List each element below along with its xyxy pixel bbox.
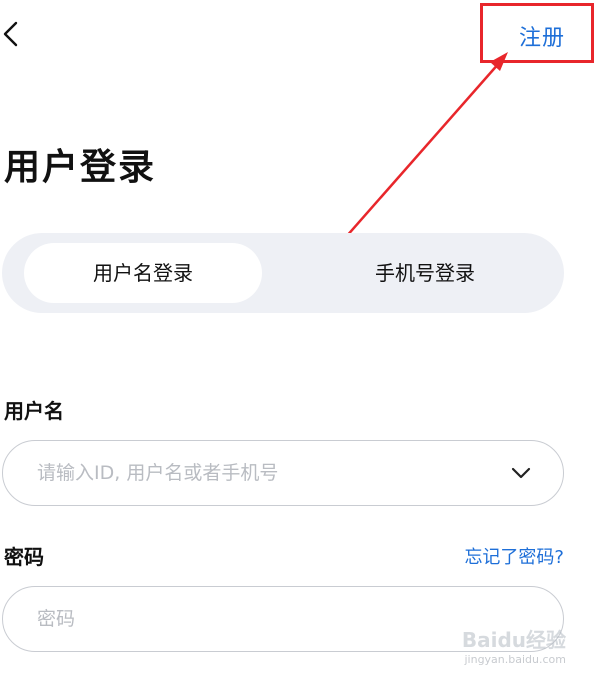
register-highlight-box: 注册 (480, 3, 594, 63)
watermark-url: jingyan.baidu.com (464, 653, 566, 666)
tab-phone-login[interactable]: 手机号登录 (302, 243, 548, 303)
tab-username-login[interactable]: 用户名登录 (24, 243, 262, 303)
username-input-box (2, 440, 564, 506)
password-input[interactable] (37, 587, 497, 651)
forgot-password-link[interactable]: 忘记了密码? (464, 543, 564, 569)
login-page: 注册 用户登录 用户名登录 手机号登录 用户名 密码 忘记了密码? Baidu经… (0, 0, 600, 680)
back-button[interactable] (0, 17, 22, 51)
register-link[interactable]: 注册 (519, 20, 565, 52)
watermark-brand: Baidu经验 (461, 628, 566, 652)
username-input[interactable] (37, 441, 497, 505)
chevron-left-icon (3, 21, 18, 47)
chevron-down-icon (511, 467, 531, 479)
username-dropdown-button[interactable] (509, 463, 533, 483)
page-title: 用户登录 (4, 147, 157, 188)
username-label: 用户名 (4, 399, 64, 423)
watermark: Baidu经验 jingyan.baidu.com (462, 624, 566, 666)
login-tab-bar: 用户名登录 手机号登录 (2, 233, 564, 313)
password-label: 密码 (4, 545, 44, 569)
annotation-arrow (293, 52, 508, 297)
